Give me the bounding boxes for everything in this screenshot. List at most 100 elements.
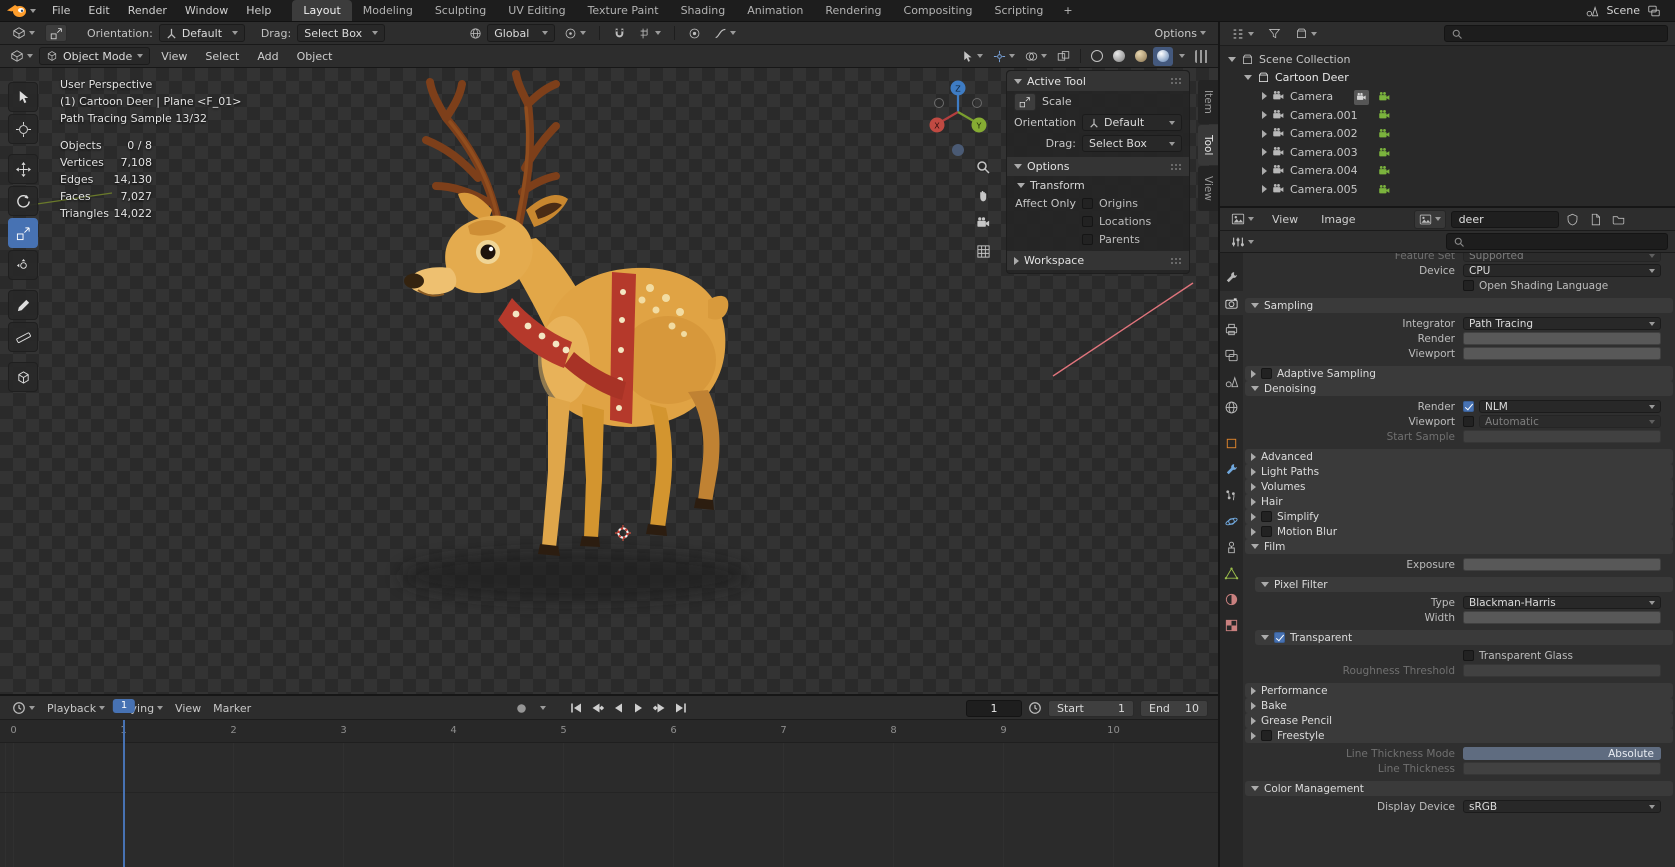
viewport-header-menu[interactable]	[1191, 47, 1212, 66]
shading-solid-button[interactable]	[1109, 47, 1129, 66]
frame-start-field[interactable]: Start 1	[1048, 699, 1134, 717]
color-management-section-header[interactable]: Color Management	[1245, 781, 1673, 796]
playhead[interactable]	[123, 720, 125, 867]
start-sample-field[interactable]	[1463, 430, 1661, 443]
keying-set-dropdown[interactable]	[533, 699, 552, 717]
camera-object-row[interactable]: Camera	[1220, 87, 1675, 106]
jump-to-end-button[interactable]	[671, 699, 690, 717]
rotate-tool-button[interactable]	[8, 186, 38, 216]
camera-object-row[interactable]: Camera.001	[1220, 106, 1675, 125]
exposure-field[interactable]	[1463, 558, 1661, 571]
tab-scene[interactable]	[1220, 369, 1243, 393]
shading-rendered-button[interactable]	[1153, 46, 1173, 66]
timeline-track-area[interactable]	[0, 743, 1218, 867]
options-dropdown[interactable]: Options	[1151, 24, 1210, 43]
workspace-tab[interactable]: UV Editing	[497, 0, 576, 21]
transparent-subsection-header[interactable]: Transparent	[1255, 630, 1673, 645]
measure-tool-button[interactable]	[8, 322, 38, 352]
xray-toggle[interactable]	[1053, 47, 1074, 66]
prev-keyframe-button[interactable]	[587, 699, 606, 717]
advanced-section-header[interactable]: Advanced	[1245, 449, 1673, 464]
origins-checkbox[interactable]	[1082, 197, 1093, 209]
add-cube-tool-button[interactable]	[8, 362, 38, 392]
timeline-ruler[interactable]: 012345678910	[0, 720, 1218, 743]
scene-collection-row[interactable]: Scene Collection	[1220, 50, 1675, 69]
open-image-button[interactable]	[1610, 210, 1628, 228]
sidebar-tab-tool[interactable]: Tool	[1198, 124, 1218, 166]
scene-selector[interactable]: Scene	[1585, 0, 1675, 21]
tab-object[interactable]	[1220, 431, 1243, 455]
outliner-search-input[interactable]	[1468, 27, 1661, 40]
grease-pencil-section-header[interactable]: Grease Pencil	[1245, 713, 1673, 728]
camera-object-row[interactable]: Camera.002	[1220, 124, 1675, 143]
topbar-menu-item[interactable]: Edit	[79, 0, 118, 21]
drag-dropdown[interactable]: Select Box	[297, 24, 386, 42]
denoise-render-dropdown[interactable]: NLM	[1479, 400, 1661, 413]
integrator-dropdown[interactable]: Path Tracing	[1463, 317, 1661, 330]
play-button[interactable]	[629, 699, 648, 717]
workspace-tab[interactable]: Animation	[736, 0, 814, 21]
image-view-menu[interactable]: View	[1263, 213, 1307, 226]
locations-checkbox[interactable]	[1082, 215, 1093, 227]
camera-render-toggle[interactable]	[1378, 88, 1391, 107]
tab-tool[interactable]	[1220, 265, 1243, 289]
workspace-tab[interactable]: Sculpting	[424, 0, 497, 21]
motion-blur-section-header[interactable]: Motion Blur	[1245, 524, 1673, 539]
camera-render-toggle[interactable]	[1378, 181, 1391, 200]
workspace-tab[interactable]: Scripting	[983, 0, 1054, 21]
tab-object-data[interactable]	[1220, 561, 1243, 585]
properties-editor-selector[interactable]	[1227, 232, 1258, 251]
move-tool-button[interactable]	[8, 154, 38, 184]
roughness-threshold-field[interactable]	[1463, 664, 1661, 677]
samples-viewport-field[interactable]	[1463, 347, 1661, 360]
options-panel-header[interactable]: Options	[1007, 157, 1189, 176]
topbar-menu-item[interactable]: Window	[176, 0, 237, 21]
fake-user-button[interactable]	[1564, 210, 1582, 228]
image-browse-dropdown[interactable]	[1413, 209, 1446, 229]
tab-modifiers[interactable]	[1220, 457, 1243, 481]
view-layer-icon[interactable]	[1647, 4, 1661, 18]
properties-search-input[interactable]	[1470, 235, 1661, 248]
scale-tool-chip[interactable]	[1014, 92, 1036, 111]
3d-viewport[interactable]: User Perspective (1) Cartoon Deer | Plan…	[0, 68, 1218, 694]
cursor-tool-button[interactable]	[8, 114, 38, 144]
deer-3d-render[interactable]	[350, 68, 830, 630]
filter-width-field[interactable]	[1463, 611, 1661, 624]
pivot-orientation-dropdown[interactable]: Global	[487, 24, 556, 42]
camera-view-button[interactable]	[972, 212, 994, 234]
shading-dropdown[interactable]	[1175, 47, 1189, 66]
viewport-menu-item[interactable]: Select	[196, 50, 248, 63]
topbar-menu-item[interactable]: File	[43, 0, 79, 21]
sidebar-tab-view[interactable]: View	[1198, 166, 1218, 212]
sidebar-tab-item[interactable]: Item	[1198, 80, 1218, 124]
panel-grip-icon[interactable]	[1170, 256, 1182, 265]
auto-keying-button[interactable]	[512, 699, 531, 717]
editor-type-selector[interactable]	[6, 47, 37, 66]
denoise-render-checkbox[interactable]	[1463, 401, 1474, 412]
bake-section-header[interactable]: Bake	[1245, 698, 1673, 713]
scale-tool-button[interactable]	[8, 218, 38, 248]
select-box-tool-button[interactable]	[8, 82, 38, 112]
camera-render-toggle[interactable]	[1378, 107, 1391, 126]
object-visibility-dropdown[interactable]	[957, 47, 987, 66]
camera-render-toggle[interactable]	[1378, 125, 1391, 144]
panel-orientation-dropdown[interactable]: Default	[1082, 114, 1182, 131]
device-dropdown[interactable]: CPU	[1463, 264, 1661, 277]
ortho-perspective-button[interactable]	[972, 240, 994, 262]
filter-type-dropdown[interactable]: Blackman-Harris	[1463, 596, 1661, 609]
timeline-editor-selector[interactable]	[8, 699, 39, 718]
tab-texture[interactable]	[1220, 613, 1243, 637]
pivot-point-dropdown[interactable]	[560, 24, 590, 43]
sampling-section-header[interactable]: Sampling	[1245, 298, 1673, 313]
annotate-tool-button[interactable]	[8, 290, 38, 320]
playback-menu[interactable]: Playback	[43, 699, 109, 718]
freestyle-checkbox[interactable]	[1261, 730, 1272, 741]
next-keyframe-button[interactable]	[650, 699, 669, 717]
light-path-line[interactable]	[1050, 280, 1195, 380]
tool-settings-dropdown[interactable]	[8, 24, 39, 43]
panel-drag-dropdown[interactable]: Select Box	[1082, 135, 1182, 152]
samples-render-field[interactable]	[1463, 332, 1661, 345]
transform-tool-button[interactable]	[8, 250, 38, 280]
workspace-panel-header[interactable]: Workspace	[1007, 251, 1189, 270]
simplify-section-header[interactable]: Simplify	[1245, 509, 1673, 524]
